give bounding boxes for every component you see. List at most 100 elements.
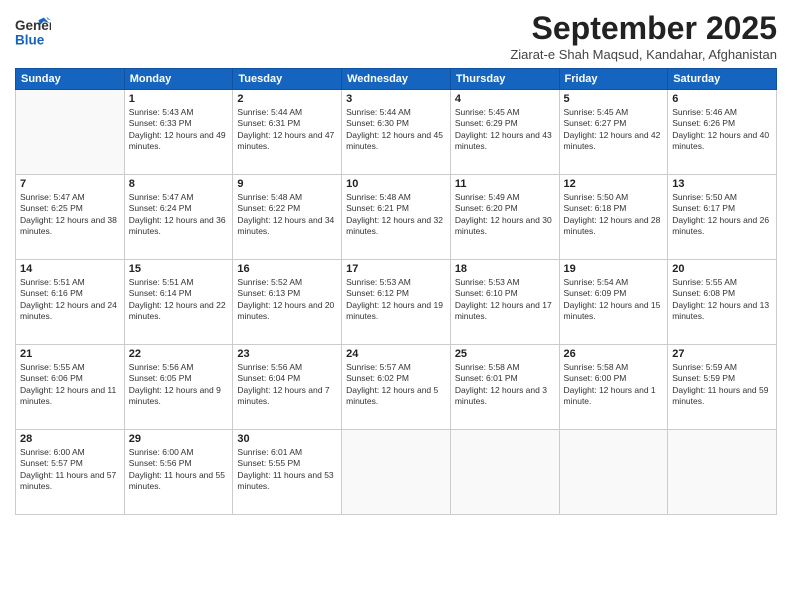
daylight-text: Daylight: 12 hours and 47 minutes. bbox=[237, 130, 334, 151]
day-info: Sunrise: 5:47 AM Sunset: 6:25 PM Dayligh… bbox=[20, 192, 120, 238]
day-cell: 5 Sunrise: 5:45 AM Sunset: 6:27 PM Dayli… bbox=[559, 90, 668, 175]
day-number: 21 bbox=[20, 348, 120, 360]
week-row-3: 14 Sunrise: 5:51 AM Sunset: 6:16 PM Dayl… bbox=[16, 260, 777, 345]
day-cell: 19 Sunrise: 5:54 AM Sunset: 6:09 PM Dayl… bbox=[559, 260, 668, 345]
title-block: September 2025 Ziarat-e Shah Maqsud, Kan… bbox=[510, 10, 777, 62]
sunset-text: Sunset: 5:57 PM bbox=[20, 458, 83, 468]
daylight-text: Daylight: 11 hours and 55 minutes. bbox=[129, 470, 225, 491]
weekday-thursday: Thursday bbox=[450, 69, 559, 90]
sunrise-text: Sunrise: 5:47 AM bbox=[129, 192, 194, 202]
day-cell: 10 Sunrise: 5:48 AM Sunset: 6:21 PM Dayl… bbox=[342, 175, 451, 260]
sunset-text: Sunset: 6:01 PM bbox=[455, 373, 518, 383]
day-cell: 30 Sunrise: 6:01 AM Sunset: 5:55 PM Dayl… bbox=[233, 430, 342, 515]
day-cell: 11 Sunrise: 5:49 AM Sunset: 6:20 PM Dayl… bbox=[450, 175, 559, 260]
day-cell: 17 Sunrise: 5:53 AM Sunset: 6:12 PM Dayl… bbox=[342, 260, 451, 345]
day-info: Sunrise: 5:45 AM Sunset: 6:27 PM Dayligh… bbox=[564, 107, 664, 153]
day-number: 20 bbox=[672, 263, 772, 275]
day-number: 10 bbox=[346, 178, 446, 190]
daylight-text: Daylight: 12 hours and 7 minutes. bbox=[237, 385, 329, 406]
day-cell: 6 Sunrise: 5:46 AM Sunset: 6:26 PM Dayli… bbox=[668, 90, 777, 175]
day-info: Sunrise: 5:56 AM Sunset: 6:05 PM Dayligh… bbox=[129, 362, 229, 408]
weekday-header-row: SundayMondayTuesdayWednesdayThursdayFrid… bbox=[16, 69, 777, 90]
day-info: Sunrise: 5:51 AM Sunset: 6:14 PM Dayligh… bbox=[129, 277, 229, 323]
day-info: Sunrise: 5:59 AM Sunset: 5:59 PM Dayligh… bbox=[672, 362, 772, 408]
weekday-sunday: Sunday bbox=[16, 69, 125, 90]
day-cell: 26 Sunrise: 5:58 AM Sunset: 6:00 PM Dayl… bbox=[559, 345, 668, 430]
sunrise-text: Sunrise: 5:46 AM bbox=[672, 107, 737, 117]
weekday-tuesday: Tuesday bbox=[233, 69, 342, 90]
sunset-text: Sunset: 6:09 PM bbox=[564, 288, 627, 298]
daylight-text: Daylight: 12 hours and 22 minutes. bbox=[129, 300, 226, 321]
daylight-text: Daylight: 12 hours and 3 minutes. bbox=[455, 385, 547, 406]
day-info: Sunrise: 5:52 AM Sunset: 6:13 PM Dayligh… bbox=[237, 277, 337, 323]
sunset-text: Sunset: 6:17 PM bbox=[672, 203, 735, 213]
day-info: Sunrise: 6:00 AM Sunset: 5:56 PM Dayligh… bbox=[129, 447, 229, 493]
daylight-text: Daylight: 12 hours and 20 minutes. bbox=[237, 300, 334, 321]
day-number: 30 bbox=[237, 433, 337, 445]
daylight-text: Daylight: 12 hours and 24 minutes. bbox=[20, 300, 117, 321]
sunset-text: Sunset: 5:59 PM bbox=[672, 373, 735, 383]
sunrise-text: Sunrise: 5:54 AM bbox=[564, 277, 629, 287]
day-number: 12 bbox=[564, 178, 664, 190]
day-cell bbox=[559, 430, 668, 515]
day-number: 25 bbox=[455, 348, 555, 360]
sunset-text: Sunset: 6:14 PM bbox=[129, 288, 192, 298]
sunset-text: Sunset: 6:12 PM bbox=[346, 288, 409, 298]
day-number: 6 bbox=[672, 93, 772, 105]
sunrise-text: Sunrise: 5:44 AM bbox=[237, 107, 302, 117]
logo: General Blue bbox=[15, 14, 51, 50]
week-row-5: 28 Sunrise: 6:00 AM Sunset: 5:57 PM Dayl… bbox=[16, 430, 777, 515]
day-info: Sunrise: 5:58 AM Sunset: 6:00 PM Dayligh… bbox=[564, 362, 664, 408]
daylight-text: Daylight: 12 hours and 34 minutes. bbox=[237, 215, 334, 236]
sunset-text: Sunset: 6:13 PM bbox=[237, 288, 300, 298]
sunrise-text: Sunrise: 6:01 AM bbox=[237, 447, 302, 457]
day-number: 28 bbox=[20, 433, 120, 445]
weekday-friday: Friday bbox=[559, 69, 668, 90]
day-number: 16 bbox=[237, 263, 337, 275]
day-info: Sunrise: 5:44 AM Sunset: 6:31 PM Dayligh… bbox=[237, 107, 337, 153]
day-number: 15 bbox=[129, 263, 229, 275]
daylight-text: Daylight: 12 hours and 9 minutes. bbox=[129, 385, 221, 406]
daylight-text: Daylight: 12 hours and 42 minutes. bbox=[564, 130, 661, 151]
sunset-text: Sunset: 6:16 PM bbox=[20, 288, 83, 298]
day-number: 24 bbox=[346, 348, 446, 360]
sunset-text: Sunset: 6:05 PM bbox=[129, 373, 192, 383]
sunrise-text: Sunrise: 5:59 AM bbox=[672, 362, 737, 372]
sunrise-text: Sunrise: 5:51 AM bbox=[20, 277, 85, 287]
day-info: Sunrise: 5:55 AM Sunset: 6:08 PM Dayligh… bbox=[672, 277, 772, 323]
sunset-text: Sunset: 6:22 PM bbox=[237, 203, 300, 213]
sunset-text: Sunset: 6:02 PM bbox=[346, 373, 409, 383]
day-number: 13 bbox=[672, 178, 772, 190]
day-cell: 18 Sunrise: 5:53 AM Sunset: 6:10 PM Dayl… bbox=[450, 260, 559, 345]
sunset-text: Sunset: 6:08 PM bbox=[672, 288, 735, 298]
daylight-text: Daylight: 12 hours and 45 minutes. bbox=[346, 130, 443, 151]
day-cell bbox=[668, 430, 777, 515]
sunrise-text: Sunrise: 5:48 AM bbox=[346, 192, 411, 202]
day-number: 17 bbox=[346, 263, 446, 275]
sunset-text: Sunset: 6:26 PM bbox=[672, 118, 735, 128]
day-cell: 13 Sunrise: 5:50 AM Sunset: 6:17 PM Dayl… bbox=[668, 175, 777, 260]
day-number: 19 bbox=[564, 263, 664, 275]
week-row-1: 1 Sunrise: 5:43 AM Sunset: 6:33 PM Dayli… bbox=[16, 90, 777, 175]
daylight-text: Daylight: 12 hours and 5 minutes. bbox=[346, 385, 438, 406]
day-cell: 12 Sunrise: 5:50 AM Sunset: 6:18 PM Dayl… bbox=[559, 175, 668, 260]
day-cell: 27 Sunrise: 5:59 AM Sunset: 5:59 PM Dayl… bbox=[668, 345, 777, 430]
day-cell: 20 Sunrise: 5:55 AM Sunset: 6:08 PM Dayl… bbox=[668, 260, 777, 345]
day-number: 11 bbox=[455, 178, 555, 190]
daylight-text: Daylight: 12 hours and 13 minutes. bbox=[672, 300, 769, 321]
daylight-text: Daylight: 12 hours and 1 minute. bbox=[564, 385, 656, 406]
day-info: Sunrise: 5:50 AM Sunset: 6:18 PM Dayligh… bbox=[564, 192, 664, 238]
sunset-text: Sunset: 6:10 PM bbox=[455, 288, 518, 298]
sunrise-text: Sunrise: 6:00 AM bbox=[129, 447, 194, 457]
sunset-text: Sunset: 6:30 PM bbox=[346, 118, 409, 128]
sunrise-text: Sunrise: 5:49 AM bbox=[455, 192, 520, 202]
day-info: Sunrise: 5:58 AM Sunset: 6:01 PM Dayligh… bbox=[455, 362, 555, 408]
daylight-text: Daylight: 12 hours and 15 minutes. bbox=[564, 300, 661, 321]
day-number: 4 bbox=[455, 93, 555, 105]
day-info: Sunrise: 5:49 AM Sunset: 6:20 PM Dayligh… bbox=[455, 192, 555, 238]
day-cell: 2 Sunrise: 5:44 AM Sunset: 6:31 PM Dayli… bbox=[233, 90, 342, 175]
day-number: 14 bbox=[20, 263, 120, 275]
daylight-text: Daylight: 12 hours and 28 minutes. bbox=[564, 215, 661, 236]
day-cell bbox=[342, 430, 451, 515]
sunrise-text: Sunrise: 5:50 AM bbox=[672, 192, 737, 202]
